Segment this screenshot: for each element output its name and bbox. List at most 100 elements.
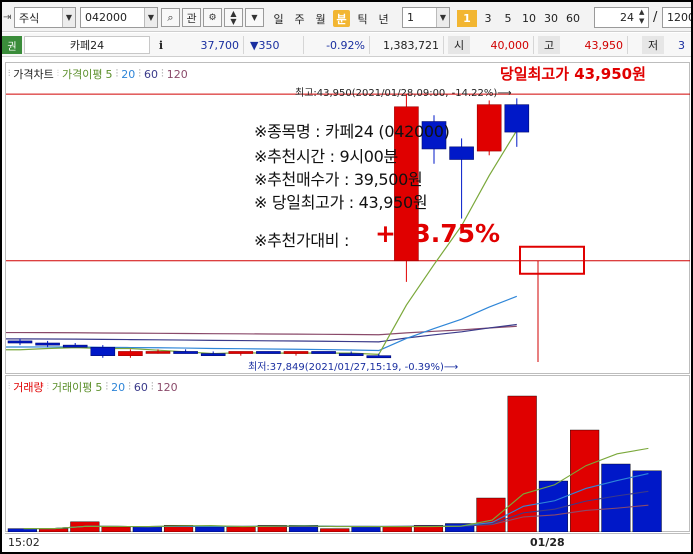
- candle-body: [283, 351, 309, 354]
- ma20-line: [6, 295, 518, 352]
- legend-vma5: 5: [95, 380, 103, 394]
- interval-1[interactable]: 1: [457, 10, 477, 27]
- quote-bar: 권 카페24 i 37,700 ▼350 -0.92% 1,383,721 시 …: [2, 33, 691, 57]
- code-input[interactable]: 042000 ▼: [80, 7, 158, 28]
- toggle-icon[interactable]: ⫶: [8, 69, 10, 79]
- interval-3[interactable]: 3: [478, 10, 498, 27]
- candle-body: [62, 344, 88, 348]
- side-arrow-icon[interactable]: ⇥: [3, 12, 11, 23]
- low-price: 3: [678, 38, 685, 52]
- slash-separator: /: [653, 10, 658, 25]
- dropdown-icon[interactable]: ▼: [245, 8, 264, 27]
- rec-time: ※추천시간 : 9시00분: [254, 147, 398, 166]
- volume-bar: [476, 497, 506, 532]
- rec-return-value: +13.75%: [375, 219, 501, 248]
- stepper-arrows-icon[interactable]: ▲ ▼: [639, 8, 644, 26]
- toggle-icon[interactable]: ⫶: [57, 69, 59, 79]
- volume-bar: [382, 526, 412, 532]
- low-label: 저: [642, 36, 664, 54]
- volume-bar: [632, 470, 662, 532]
- updown-stepper[interactable]: ▲ ▼: [224, 8, 243, 27]
- x-axis: [5, 533, 690, 552]
- legend-ma60: 60: [144, 67, 158, 81]
- volume-bar: [570, 429, 600, 532]
- toolbar: ⇥ 주식 ▼ 042000 ▼ ⌕ 관 ⚙ ▲ ▼ ▼ 일 주 월 분 틱 년 1…: [2, 2, 691, 32]
- market-value: 주식: [19, 11, 40, 25]
- candle-body: [228, 351, 254, 354]
- info-icon[interactable]: i: [153, 36, 169, 54]
- period-tick[interactable]: 틱: [354, 10, 371, 27]
- code-value: 042000: [85, 11, 127, 24]
- rec-stock-name: ※종목명 : 카페24 (042000): [254, 122, 450, 141]
- chevron-down-icon[interactable]: ▼: [144, 8, 157, 27]
- legend-price-ma: 가격이평: [62, 68, 103, 81]
- total-value: 1200: [667, 11, 691, 24]
- search-button[interactable]: ⌕: [161, 8, 180, 27]
- candle-body: [338, 353, 364, 356]
- legend-vma120: 120: [156, 380, 178, 394]
- candle-body: [476, 104, 502, 152]
- candle-body: [35, 342, 60, 346]
- rec-day-high: ※ 당일최고가 : 43,950원: [254, 193, 428, 212]
- candle-body: [90, 346, 116, 356]
- candle-body: [7, 340, 33, 344]
- total-input[interactable]: 1200: [662, 7, 691, 28]
- volume-bar: [226, 526, 256, 532]
- volume-legend: ⫶ 거래량 ⫶ 거래이평 5 ⫶ 20 ⫶ 60 ⫶ 120: [8, 380, 178, 394]
- related-label: 관: [186, 11, 197, 25]
- count-value: 24: [620, 11, 634, 24]
- high-price: 43,950: [562, 36, 628, 54]
- period-minute[interactable]: 분: [333, 10, 350, 27]
- trade-volume: 1,383,721: [370, 36, 444, 54]
- legend-ma20: 20: [121, 67, 136, 81]
- price-legend: ⫶ 가격차트 ⫶ 가격이평 5 ⫶ 20 ⫶ 60 ⫶ 120: [8, 67, 188, 81]
- interval-select[interactable]: 1 ▼: [402, 7, 450, 28]
- toggle-icon[interactable]: ⫶: [8, 382, 10, 392]
- x-label-start: 15:02: [8, 536, 40, 549]
- period-month[interactable]: 월: [312, 10, 329, 27]
- candle-body: [118, 351, 143, 356]
- current-price: 37,700: [172, 36, 244, 54]
- period-week[interactable]: 주: [291, 10, 308, 27]
- interval-value: 1: [407, 11, 414, 24]
- period-day[interactable]: 일: [270, 10, 287, 27]
- related-button[interactable]: 관: [182, 8, 201, 27]
- legend-volume: 거래량: [13, 381, 44, 394]
- market-select[interactable]: 주식 ▼: [14, 7, 76, 28]
- interval-10[interactable]: 10: [519, 10, 539, 27]
- chevron-down-icon[interactable]: ▼: [62, 8, 75, 27]
- rec-return-label: ※추천가대비 :: [254, 231, 350, 250]
- interval-30[interactable]: 30: [541, 10, 561, 27]
- candle-body: [145, 351, 171, 354]
- legend-vma20: 20: [111, 380, 126, 394]
- legend-ma5: 5: [105, 67, 113, 81]
- candle-body: [449, 146, 474, 160]
- volume-chart[interactable]: [2, 374, 691, 532]
- candle-body: [256, 351, 281, 354]
- volume-bar: [320, 528, 350, 532]
- chevron-down-icon[interactable]: ▼: [436, 8, 449, 27]
- candle-body: [200, 353, 226, 356]
- ma120-line: [6, 325, 517, 336]
- interval-5[interactable]: 5: [498, 10, 518, 27]
- x-label-date: 01/28: [530, 536, 565, 549]
- rec-buy-price: ※추천매수가 : 39,500원: [254, 170, 423, 189]
- candle-body: [311, 351, 336, 354]
- volume-bar: [351, 526, 381, 532]
- period-year[interactable]: 년: [375, 10, 392, 27]
- high-annotation: 최고:43,950(2021/01/28,09:00, -14.22%)⟶: [295, 88, 512, 99]
- legend-volume-ma: 거래이평: [51, 381, 93, 394]
- stock-name[interactable]: 카페24: [24, 36, 150, 54]
- headline-high: 당일최고가 43,950원: [500, 65, 646, 83]
- open-price: 40,000: [472, 36, 534, 54]
- change-percent: -0.92%: [304, 36, 370, 54]
- candle-body: [504, 104, 530, 133]
- settings-icon[interactable]: ⚙: [203, 8, 222, 27]
- legend-vma60: 60: [133, 380, 148, 394]
- legend-price: 가격차트: [13, 68, 54, 81]
- interval-60[interactable]: 60: [563, 10, 583, 27]
- rights-badge: 권: [2, 36, 22, 54]
- search-icon: ⌕: [167, 10, 174, 24]
- price-chart[interactable]: [2, 62, 691, 374]
- low-annotation: 최저:37,849(2021/01/27,15:19, -0.39%)⟶: [248, 362, 459, 373]
